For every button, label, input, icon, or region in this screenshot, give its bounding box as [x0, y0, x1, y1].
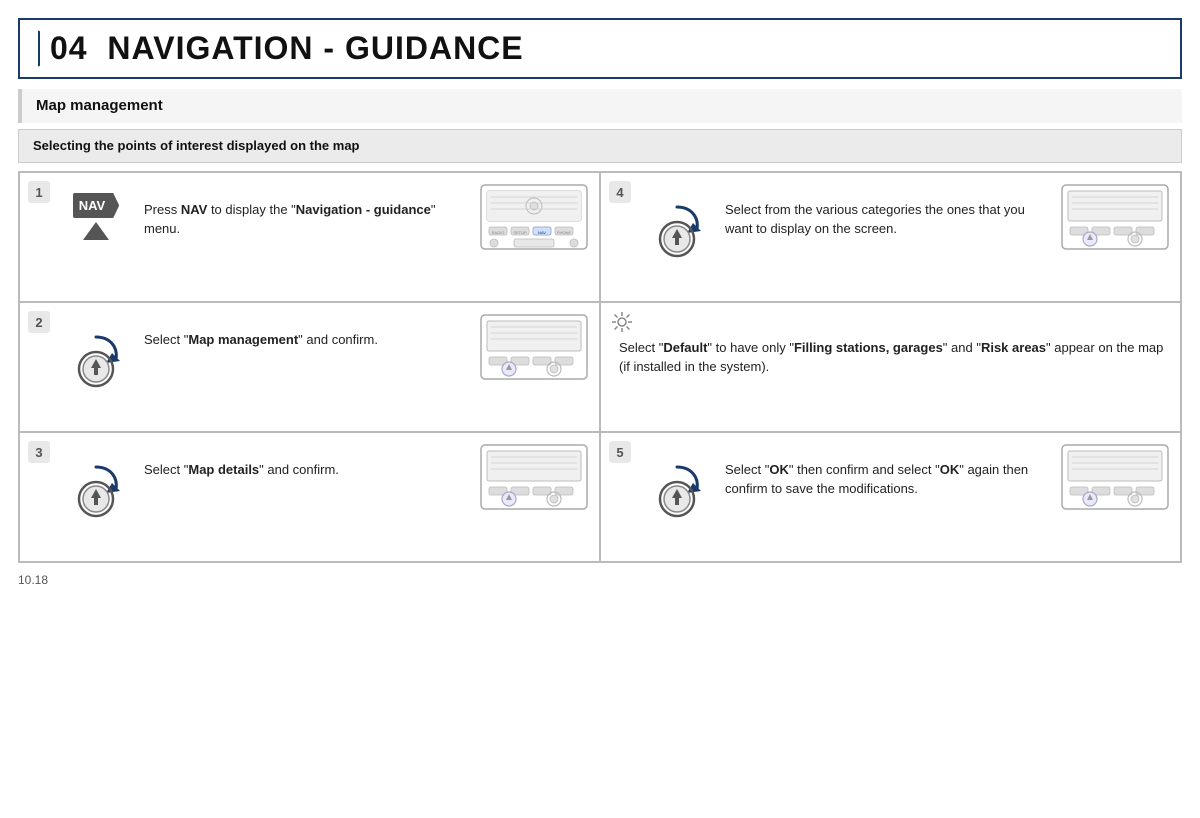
- step-5-number: 5: [609, 441, 631, 463]
- device-diagram-4: [1060, 183, 1170, 251]
- step-4-icon: [637, 193, 717, 261]
- step-3-text: Select "Map details" and confirm.: [136, 453, 476, 484]
- page-header: 04 NAVIGATION - GUIDANCE: [18, 18, 1182, 79]
- device-diagram-1: RADIO SETUP NAV PHONE: [479, 183, 589, 251]
- subsection-bar: Selecting the points of interest display…: [18, 129, 1182, 163]
- knob-icon-3: [62, 453, 130, 521]
- section-header: Map management: [18, 89, 1182, 123]
- subsection-title: Selecting the points of interest display…: [33, 138, 360, 153]
- step-5-cell: 5 Select "OK" then confirm and select "O…: [600, 432, 1181, 562]
- section-title: Map management: [36, 97, 163, 114]
- step-2-cell: 2 Select "Map management" and confirm.: [19, 302, 600, 432]
- step-3-device: [476, 443, 591, 511]
- step-5-device: [1057, 443, 1172, 511]
- chapter-title: NAVIGATION - GUIDANCE: [107, 30, 523, 66]
- svg-text:PHONE: PHONE: [556, 230, 571, 235]
- step-3-cell: 3 Select "Map details" and confirm.: [19, 432, 600, 562]
- nav-button-icon: NAV: [73, 193, 119, 240]
- page-title: 04 NAVIGATION - GUIDANCE: [50, 30, 524, 66]
- nav-label: NAV: [73, 193, 119, 218]
- step-1-text: Press NAV to display the "Navigation - g…: [136, 193, 476, 243]
- step-2-number: 2: [28, 311, 50, 333]
- step-5-icon: [637, 453, 717, 521]
- step-1-cell: 1 NAV Press NAV to display the "Navigati…: [19, 172, 600, 302]
- steps-grid: 1 NAV Press NAV to display the "Navigati…: [18, 171, 1182, 563]
- step-2-icon: [56, 323, 136, 391]
- nav-arrow-svg: [83, 222, 109, 240]
- page-number: 10.18: [18, 573, 48, 587]
- step-5-text: Select "OK" then confirm and select "OK"…: [717, 453, 1057, 503]
- knob-icon-5: [643, 453, 711, 521]
- step-4-device: [1057, 183, 1172, 251]
- step-4-text: Select from the various categories the o…: [717, 193, 1057, 243]
- step-1-device: RADIO SETUP NAV PHONE: [476, 183, 591, 251]
- svg-text:NAV: NAV: [538, 230, 546, 235]
- knob-icon-4: [643, 193, 711, 261]
- device-diagram-3: [479, 443, 589, 511]
- sun-icon: [611, 311, 633, 338]
- step-4-cell: 4 Select from the various categories the…: [600, 172, 1181, 302]
- star-text: Select "Default" to have only "Filling s…: [609, 339, 1172, 377]
- page-footer: 10.18: [18, 573, 1182, 593]
- knob-icon-2: [62, 323, 130, 391]
- svg-text:SETUP: SETUP: [513, 230, 527, 235]
- star-cell: Select "Default" to have only "Filling s…: [600, 302, 1181, 432]
- svg-text:RADIO: RADIO: [491, 230, 504, 235]
- step-1-icon: NAV: [56, 193, 136, 240]
- chapter-number: 04: [50, 30, 88, 66]
- step-4-number: 4: [609, 181, 631, 203]
- device-diagram-2: [479, 313, 589, 381]
- step-1-number: 1: [28, 181, 50, 203]
- step-3-icon: [56, 453, 136, 521]
- step-2-device: [476, 313, 591, 381]
- step-2-text: Select "Map management" and confirm.: [136, 323, 476, 354]
- device-diagram-5: [1060, 443, 1170, 511]
- step-3-number: 3: [28, 441, 50, 463]
